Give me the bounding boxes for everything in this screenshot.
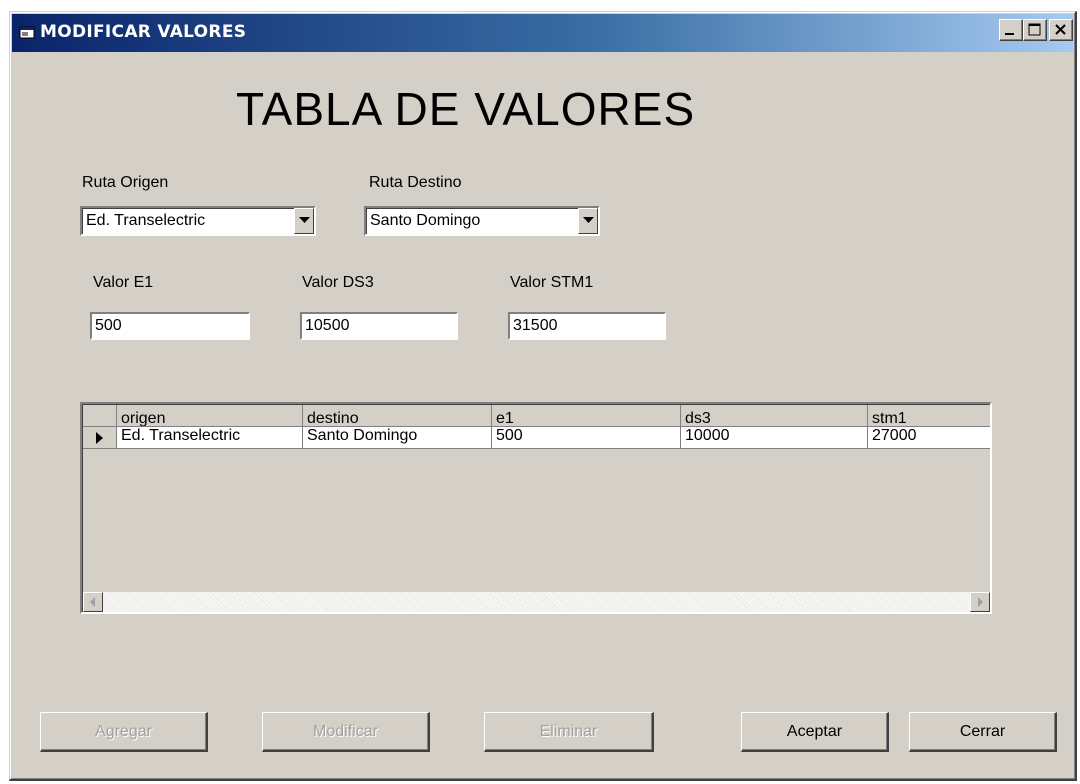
modify-button[interactable]: Modificar: [262, 712, 430, 752]
accept-button[interactable]: Aceptar: [741, 712, 889, 752]
table-cell[interactable]: 27000: [868, 427, 990, 449]
origin-route-value: Ed. Transelectric: [86, 212, 206, 229]
stm1-input[interactable]: 31500: [508, 312, 666, 340]
e1-label: Valor E1: [93, 274, 154, 291]
scroll-right-button[interactable]: [970, 592, 990, 612]
add-button[interactable]: Agregar: [40, 712, 208, 752]
grid-corner-header: [83, 405, 117, 427]
values-data-grid[interactable]: origen destino e1 ds3 stm1 Ed. Transelec…: [80, 402, 992, 614]
column-header-ds3[interactable]: ds3: [681, 405, 868, 427]
table-cell[interactable]: Santo Domingo: [303, 427, 492, 449]
table-cell[interactable]: Ed. Transelectric: [117, 427, 303, 449]
app-icon: [19, 26, 35, 39]
table-cell[interactable]: 500: [492, 427, 681, 449]
window-title: MODIFICAR VALORES: [40, 22, 247, 42]
column-header-e1[interactable]: e1: [492, 405, 681, 427]
maximize-button[interactable]: [1023, 19, 1047, 41]
stm1-input-value: 31500: [513, 317, 558, 334]
page-title: TABLA DE VALORES: [236, 83, 696, 135]
close-window-button[interactable]: [1049, 19, 1073, 41]
current-row-arrow-icon: [96, 432, 103, 444]
chevron-down-icon: [299, 217, 310, 223]
destination-dropdown-button[interactable]: [578, 208, 598, 234]
destination-route-label: Ruta Destino: [369, 174, 462, 191]
e1-input[interactable]: 500: [90, 312, 250, 340]
ds3-input[interactable]: 10500: [300, 312, 458, 340]
table-cell[interactable]: 10000: [681, 427, 868, 449]
title-bar[interactable]: MODIFICAR VALORES: [12, 14, 1073, 52]
stm1-label: Valor STM1: [510, 274, 594, 291]
horizontal-scrollbar[interactable]: [83, 592, 990, 612]
column-header-stm1[interactable]: stm1: [868, 405, 990, 427]
ds3-label: Valor DS3: [302, 274, 374, 291]
maximize-icon: [1028, 23, 1041, 36]
modify-values-window: MODIFICAR VALORES TABLA DE VALORES Ruta …: [9, 11, 1077, 781]
minimize-button[interactable]: [999, 19, 1023, 41]
close-icon: [1055, 24, 1066, 35]
minimize-icon: [1005, 33, 1014, 35]
origin-route-label: Ruta Origen: [82, 174, 169, 191]
scroll-right-icon: [978, 597, 983, 607]
origin-dropdown-button[interactable]: [294, 208, 314, 234]
scroll-left-icon: [90, 597, 95, 607]
scroll-left-button[interactable]: [83, 592, 103, 612]
destination-route-value: Santo Domingo: [370, 212, 481, 229]
origin-route-select[interactable]: Ed. Transelectric: [80, 206, 316, 236]
e1-input-value: 500: [95, 317, 122, 334]
row-selector[interactable]: [83, 427, 117, 449]
column-header-origen[interactable]: origen: [117, 405, 303, 427]
close-button[interactable]: Cerrar: [909, 712, 1057, 752]
destination-route-select[interactable]: Santo Domingo: [364, 206, 600, 236]
chevron-down-icon: [583, 217, 594, 223]
delete-button[interactable]: Eliminar: [484, 712, 654, 752]
ds3-input-value: 10500: [305, 317, 350, 334]
column-header-destino[interactable]: destino: [303, 405, 492, 427]
